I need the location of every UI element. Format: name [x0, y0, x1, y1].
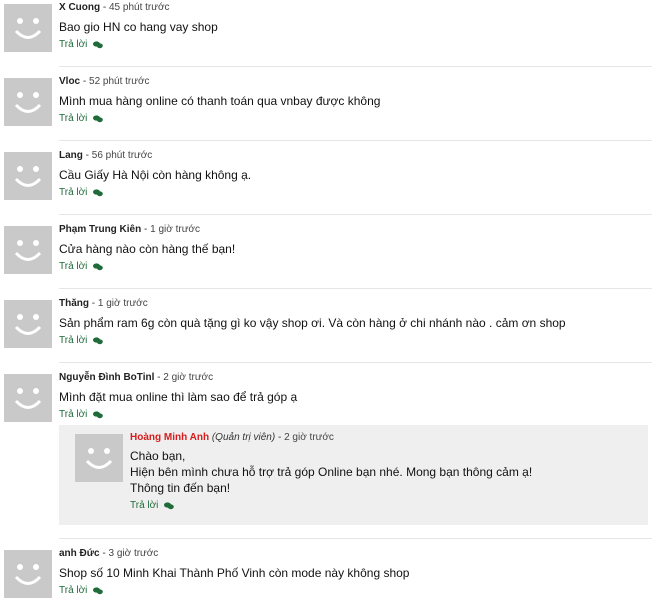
reply-link[interactable]: Trả lời	[59, 261, 652, 273]
divider	[59, 214, 652, 215]
comment-meta: Nguyễn Đình BoTinl - 2 giờ trước	[59, 372, 214, 383]
reply-link[interactable]: Trả lời	[130, 500, 640, 512]
comment-author: Vloc	[59, 76, 81, 87]
comment-text: Cầu Giấy Hà Nội còn hàng không ạ.	[59, 168, 252, 182]
comment-meta: Vloc - 52 phút trước	[59, 76, 150, 87]
reply-link[interactable]: Trả lời	[59, 335, 652, 347]
reply-link[interactable]: Trả lời	[59, 39, 652, 51]
speech-bubbles-icon[interactable]	[93, 411, 104, 419]
speech-bubbles-icon[interactable]	[93, 587, 104, 595]
reply-link[interactable]: Trả lời	[59, 409, 652, 421]
smiley-avatar-icon	[4, 226, 52, 274]
smiley-avatar-icon	[4, 550, 52, 598]
smiley-avatar-icon	[4, 78, 52, 126]
divider	[59, 140, 652, 141]
admin-reply-meta: Hoàng Minh Anh (Quản trị viên) - 2 giờ t…	[130, 432, 334, 443]
speech-bubbles-icon[interactable]	[93, 115, 104, 123]
divider	[59, 362, 652, 363]
smiley-avatar-icon	[4, 300, 52, 348]
comment-time: 1 giờ trước	[150, 224, 200, 235]
smiley-avatar-icon	[75, 434, 123, 482]
admin-reply-text: Chào bạn, Hiện bên mình chưa hỗ trợ trả …	[130, 448, 640, 496]
comment-meta: anh Đức - 3 giờ trước	[59, 548, 159, 559]
speech-bubbles-icon[interactable]	[93, 337, 104, 345]
admin-author: Hoàng Minh Anh	[130, 432, 210, 443]
comment-author: Nguyễn Đình BoTinl	[59, 372, 155, 383]
comment-text: Bao gio HN co hang vay shop	[59, 20, 218, 34]
comment-meta: Phạm Trung Kiên - 1 giờ trước	[59, 224, 200, 235]
comment-time: 52 phút trước	[89, 76, 150, 87]
speech-bubbles-icon[interactable]	[164, 502, 175, 510]
smiley-avatar-icon	[4, 4, 52, 52]
reply-link[interactable]: Trả lời	[59, 113, 652, 125]
comment-meta: X Cuong - 45 phút trước	[59, 2, 170, 13]
reply-link[interactable]: Trả lời	[59, 585, 652, 597]
admin-time: 2 giờ trước	[284, 432, 334, 443]
divider	[59, 66, 652, 67]
comment-author: Thăng	[59, 298, 89, 309]
reply-link[interactable]: Trả lời	[59, 187, 652, 199]
smiley-avatar-icon	[4, 152, 52, 200]
admin-reply-line: Hiện bên mình chưa hỗ trợ trả góp Online…	[130, 465, 533, 479]
comment-time: 45 phút trước	[109, 2, 170, 13]
comment-author: anh Đức	[59, 548, 100, 559]
comment-text: Cửa hàng nào còn hàng thế bạn!	[59, 242, 236, 256]
admin-reply-line: Chào bạn,	[130, 449, 186, 463]
comment-text: Mình đặt mua online thì làm sao để trả g…	[59, 390, 298, 404]
comment-text: Shop số 10 Minh Khai Thành Phố Vinh còn …	[59, 566, 410, 580]
comment-time: 1 giờ trước	[97, 298, 148, 309]
speech-bubbles-icon[interactable]	[93, 263, 104, 271]
comment-author: X Cuong	[59, 2, 101, 13]
speech-bubbles-icon[interactable]	[93, 41, 104, 49]
admin-role: (Quản trị viên)	[211, 432, 276, 443]
comment-time: 3 giờ trước	[108, 548, 159, 559]
comment-text: Sản phẩm ram 6g còn quà tặng gì ko vậy s…	[59, 316, 566, 330]
comment-time: 2 giờ trước	[163, 372, 214, 383]
divider	[59, 538, 652, 539]
admin-reply-box: Hoàng Minh Anh (Quản trị viên) - 2 giờ t…	[59, 425, 648, 525]
comment-time: 56 phút trước	[91, 150, 153, 161]
smiley-avatar-icon	[4, 374, 52, 422]
comment-meta: Thăng - 1 giờ trước	[59, 298, 148, 309]
comment-text: Mình mua hàng online có thanh toán qua v…	[59, 94, 381, 108]
comment-author: Phạm Trung Kiên	[59, 224, 142, 235]
divider	[59, 288, 652, 289]
comment-meta: Lang - 56 phút trước	[59, 150, 153, 161]
admin-reply-line: Thông tin đến bạn!	[130, 481, 231, 495]
comment-author: Lang	[59, 150, 83, 161]
speech-bubbles-icon[interactable]	[93, 189, 104, 197]
